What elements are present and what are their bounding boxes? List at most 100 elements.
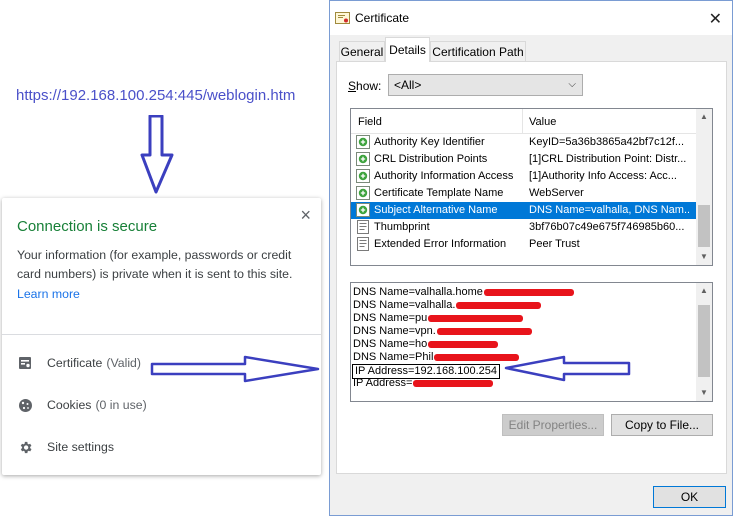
- copy-to-file-button[interactable]: Copy to File...: [611, 414, 713, 436]
- certificate-icon: [17, 355, 33, 371]
- site-settings-item[interactable]: Site settings: [17, 437, 114, 457]
- down-arrow-annotation: [140, 115, 174, 194]
- scroll-down-icon[interactable]: ▼: [696, 385, 712, 401]
- dialog-titlebar[interactable]: Certificate ✕: [330, 1, 732, 35]
- field-name: Subject Alternative Name: [374, 204, 498, 216]
- edit-properties-button[interactable]: Edit Properties...: [502, 414, 604, 436]
- value-line: IP Address=: [353, 377, 494, 390]
- redaction-mark: [483, 288, 574, 296]
- scroll-thumb[interactable]: [698, 305, 710, 377]
- certificate-window-icon: [335, 12, 350, 24]
- scroll-up-icon[interactable]: ▲: [696, 109, 712, 125]
- redaction-mark: [428, 314, 524, 322]
- cert-extension-icon: [356, 203, 370, 217]
- cookies-label: Cookies: [47, 398, 92, 412]
- scroll-thumb[interactable]: [698, 205, 710, 247]
- value-line: DNS Name=pu: [353, 312, 524, 325]
- value-line-text: IP Address=192.168.100.254: [355, 365, 498, 377]
- redaction-mark: [428, 340, 499, 348]
- field-row[interactable]: CRL Distribution Points [1]CRL Distributi…: [351, 151, 696, 168]
- show-selected-value: <All>: [394, 78, 422, 92]
- field-row[interactable]: Authority Key Identifier KeyID=5a36b3865a…: [351, 134, 696, 151]
- value-line-text: DNS Name=valhalla.: [353, 299, 456, 311]
- field-row[interactable]: Thumbprint 3bf76b07c49e675f746985b60...: [351, 219, 696, 236]
- certificate-label: Certificate: [47, 356, 103, 370]
- close-icon[interactable]: ✕: [709, 9, 722, 29]
- field-value: 3bf76b07c49e675f746985b60...: [529, 221, 685, 233]
- redaction-mark: [456, 301, 542, 309]
- learn-more-link[interactable]: Learn more: [17, 287, 80, 301]
- certificate-item[interactable]: Certificate (Valid): [17, 353, 141, 373]
- field-value: [1]CRL Distribution Point: Distr...: [529, 153, 687, 165]
- certificate-status: (Valid): [106, 356, 141, 370]
- value-line-text: IP Address=: [353, 377, 413, 389]
- weblogin-url-text: https://192.168.100.254:445/weblogin.htm: [16, 87, 296, 104]
- popup-divider: [2, 334, 321, 335]
- chevron-down-icon: ⌵: [568, 79, 576, 90]
- scroll-up-icon[interactable]: ▲: [696, 283, 712, 299]
- fields-listview[interactable]: Field Value Authority Key Identifier KeyI…: [350, 108, 713, 266]
- field-value: WebServer: [529, 187, 584, 199]
- redaction-mark: [413, 379, 494, 387]
- fields-header: Field Value: [351, 109, 696, 134]
- cert-extension-icon: [356, 135, 370, 149]
- fields-scrollbar[interactable]: ▲ ▼: [696, 109, 712, 265]
- value-line-text: DNS Name=pu: [353, 312, 428, 324]
- field-name: CRL Distribution Points: [374, 153, 488, 165]
- gear-icon: [17, 439, 33, 455]
- scroll-down-icon[interactable]: ▼: [696, 249, 712, 265]
- tab-details[interactable]: Details: [385, 37, 430, 62]
- field-row[interactable]: Extended Error Information Peer Trust: [351, 236, 696, 253]
- value-scrollbar[interactable]: ▲ ▼: [696, 283, 712, 401]
- connection-secure-title: Connection is secure: [17, 218, 158, 235]
- details-panel: Show: <All> ⌵ Field Value Authority Key …: [336, 61, 727, 474]
- cookies-count: (0 in use): [95, 398, 147, 412]
- cert-extension-icon: [356, 152, 370, 166]
- show-label: Show:: [348, 79, 382, 93]
- right-arrow-annotation: [150, 355, 320, 383]
- ok-button[interactable]: OK: [653, 486, 726, 508]
- field-row[interactable]: Subject Alternative Name DNS Name=valhall…: [351, 202, 696, 219]
- cert-extension-icon: [356, 186, 370, 200]
- cookies-item[interactable]: Cookies (0 in use): [17, 395, 147, 415]
- site-info-popup: × Connection is secure Your information …: [2, 198, 321, 475]
- left-arrow-annotation: [504, 355, 631, 382]
- cert-extension-icon: [356, 169, 370, 183]
- value-line: DNS Name=vpn.: [353, 325, 532, 338]
- field-value: DNS Name=valhalla, DNS Nam...: [529, 204, 689, 216]
- show-dropdown[interactable]: <All> ⌵: [388, 74, 583, 96]
- cookie-icon: [17, 397, 33, 413]
- cert-property-icon: [357, 220, 369, 234]
- field-name: Authority Information Access: [374, 170, 514, 182]
- dialog-title: Certificate: [355, 11, 410, 25]
- value-line: DNS Name=valhalla.home: [353, 286, 574, 299]
- column-separator[interactable]: [522, 109, 523, 133]
- field-row[interactable]: Authority Information Access [1]Authority…: [351, 168, 696, 185]
- security-description: Your information (for example, passwords…: [17, 248, 293, 281]
- value-line: DNS Name=Phil: [353, 351, 520, 364]
- value-line-text: DNS Name=valhalla.home: [353, 286, 483, 298]
- close-icon[interactable]: ×: [300, 206, 311, 224]
- field-name: Certificate Template Name: [374, 187, 504, 199]
- field-name: Thumbprint: [374, 221, 430, 233]
- field-name: Extended Error Information: [374, 238, 507, 250]
- value-line: DNS Name=ho: [353, 338, 499, 351]
- value-line-text: DNS Name=Phil: [353, 351, 434, 363]
- value-line: DNS Name=valhalla.: [353, 299, 542, 312]
- field-value: Peer Trust: [529, 238, 580, 250]
- field-name: Authority Key Identifier: [374, 136, 485, 148]
- tab-certification-path[interactable]: Certification Path: [430, 41, 526, 61]
- site-settings-label: Site settings: [47, 440, 114, 454]
- value-line-text: DNS Name=ho: [353, 338, 428, 350]
- column-header-value[interactable]: Value: [529, 116, 556, 128]
- certificate-dialog: Certificate ✕ General Details Certificat…: [329, 0, 733, 516]
- redaction-mark: [436, 327, 532, 335]
- field-value-box[interactable]: DNS Name=valhalla.home DNS Name=valhalla.…: [350, 282, 713, 402]
- value-line-text: DNS Name=vpn.: [353, 325, 436, 337]
- tab-general[interactable]: General: [339, 41, 385, 61]
- field-value: [1]Authority Info Access: Acc...: [529, 170, 677, 182]
- cert-property-icon: [357, 237, 369, 251]
- field-value: KeyID=5a36b3865a42bf7c12f...: [529, 136, 685, 148]
- column-header-field[interactable]: Field: [358, 116, 382, 128]
- field-row[interactable]: Certificate Template Name WebServer: [351, 185, 696, 202]
